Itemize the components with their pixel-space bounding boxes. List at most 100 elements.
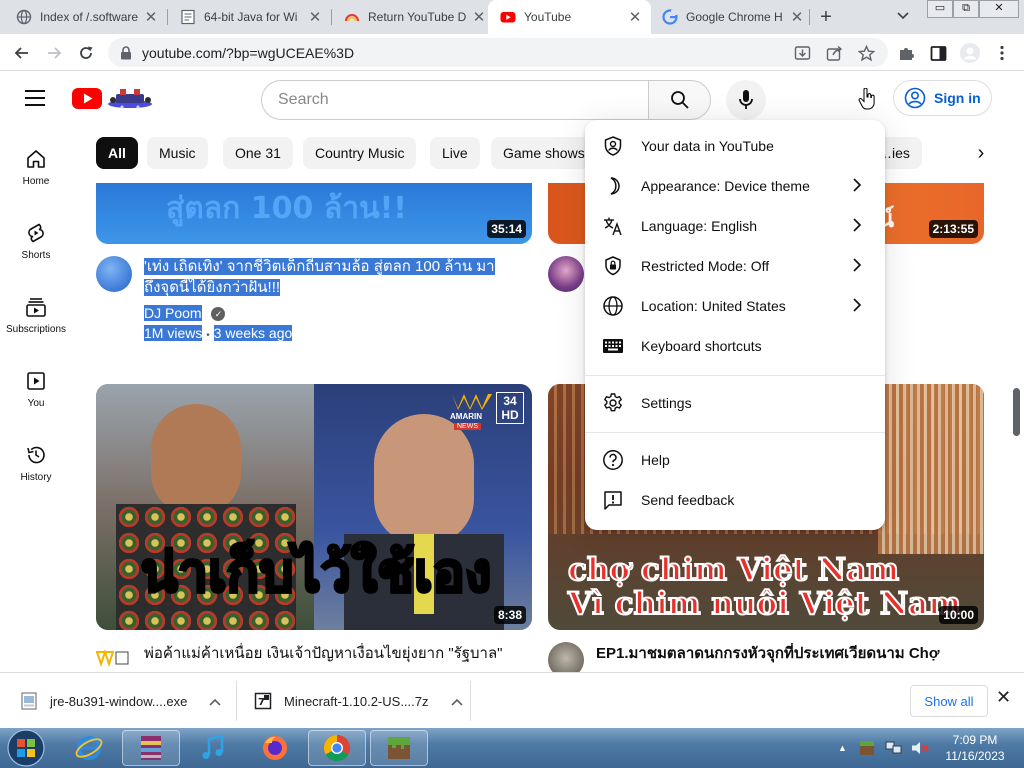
download-item[interactable]: 7 Minecraft-1.10.2-US....7z [254, 685, 463, 717]
chip-next-chevron-icon[interactable]: › [966, 137, 996, 169]
chip-game-shows[interactable]: Game shows [491, 137, 597, 169]
channel-avatar[interactable] [95, 644, 130, 670]
duration-badge: 2:13:55 [928, 220, 978, 238]
chip-music[interactable]: Music [147, 137, 208, 169]
tab-java[interactable]: 64-bit Java for Wi ✕ [168, 0, 331, 34]
volume-muted-icon[interactable] [911, 740, 929, 756]
tab-search-chevron-icon[interactable] [896, 8, 910, 25]
channel-avatar[interactable] [96, 256, 132, 292]
bookmark-star-icon[interactable] [854, 41, 878, 65]
voice-search-button[interactable] [726, 80, 766, 120]
download-divider [470, 681, 471, 721]
side-panel-icon[interactable] [926, 41, 950, 65]
tab-google-chrome[interactable]: Google Chrome H ✕ [650, 0, 813, 34]
back-button[interactable] [10, 41, 34, 65]
channel-avatar[interactable] [548, 256, 584, 292]
menu-item-send-feedback[interactable]: Send feedback [585, 480, 885, 520]
search-button[interactable] [648, 80, 711, 120]
show-all-downloads-button[interactable]: Show all [910, 685, 988, 717]
rail-item-shorts[interactable]: Shorts [0, 202, 72, 276]
rail-item-history[interactable]: History [0, 424, 72, 498]
menu-item-your-data[interactable]: Your data in YouTube [585, 126, 885, 166]
chrome-menu-icon[interactable] [990, 41, 1014, 65]
menu-item-label: Language: English [641, 218, 757, 234]
lock-icon[interactable] [120, 45, 132, 60]
restricted-icon [601, 254, 625, 278]
menu-item-settings[interactable]: Settings [585, 383, 885, 423]
network-icon[interactable] [885, 740, 903, 756]
thumbnail-text: สู่ตลก 100 ล้าน!! [166, 191, 407, 226]
menu-item-help[interactable]: Help [585, 440, 885, 480]
video-title[interactable]: EP1.มาชมตลาดนกกรงหัวจุกที่ประเทศเวียดนาม… [596, 643, 986, 671]
forward-button[interactable] [42, 41, 66, 65]
tab-close-icon[interactable]: ✕ [143, 8, 159, 26]
chevron-up-icon[interactable] [450, 694, 463, 709]
rail-item-home[interactable]: Home [0, 128, 72, 202]
view-count: 1M views [144, 325, 203, 341]
share-icon[interactable] [822, 41, 846, 65]
menu-item-keyboard-shortcuts[interactable]: Keyboard shortcuts [585, 326, 885, 366]
search-input[interactable]: Search [261, 80, 649, 120]
new-tab-button[interactable]: + [815, 6, 837, 28]
menu-item-restricted-mode[interactable]: Restricted Mode: Off [585, 246, 885, 286]
tab-return-youtube-dislike[interactable]: Return YouTube D ✕ [332, 0, 495, 34]
video-thumbnail[interactable]: น่าเก็บไว้ใช้เอง 34 HD AMARIN NEWS 8:38 [96, 384, 532, 630]
firefox-icon[interactable] [246, 730, 304, 766]
chip-all[interactable]: All [96, 137, 138, 169]
internet-explorer-icon[interactable] [60, 730, 118, 766]
video-thumbnail[interactable]: สู่ตลก 100 ล้าน!! 35:14 [96, 183, 532, 244]
profile-avatar-icon[interactable] [958, 41, 982, 65]
chevron-right-icon [845, 257, 869, 275]
globe-icon [16, 9, 32, 25]
tab-index-software[interactable]: Index of /.software ✕ [4, 0, 167, 34]
menu-item-label: Help [641, 452, 670, 468]
maximize-button[interactable]: ⧉ [953, 0, 979, 18]
minecraft-icon[interactable] [370, 730, 428, 766]
archive-file-icon: 7 [254, 692, 272, 710]
search-icon [670, 91, 689, 109]
tab-close-icon[interactable]: ✕ [307, 8, 323, 26]
rail-item-subscriptions[interactable]: Subscriptions [0, 276, 72, 350]
menu-item-location[interactable]: Location: United States [585, 286, 885, 326]
menu-item-appearance[interactable]: Appearance: Device theme [585, 166, 885, 206]
download-item[interactable]: jre-8u391-window....exe [20, 685, 221, 717]
microphone-icon [739, 90, 753, 109]
tab-close-icon[interactable]: ✕ [627, 8, 643, 26]
chevron-up-icon[interactable] [209, 694, 221, 709]
taskbar-clock[interactable]: 7:09 PM 11/16/2023 [940, 732, 1010, 764]
thumbnail-text-line2: Vì chim nuôi Việt Nam [567, 585, 962, 623]
sign-in-label: Sign in [934, 90, 981, 106]
chevron-right-icon [845, 177, 869, 195]
channel-name[interactable]: DJ Poom [144, 305, 202, 321]
start-button[interactable] [4, 728, 48, 768]
clock-time: 7:09 PM [952, 733, 998, 747]
sign-in-button[interactable]: Sign in [893, 80, 992, 116]
minecraft-tray-icon[interactable] [859, 740, 875, 756]
address-bar[interactable]: youtube.com/?bp=wgUCEAE%3D [108, 38, 888, 67]
tab-youtube[interactable]: YouTube ✕ [488, 0, 651, 34]
youtube-logo[interactable] [72, 86, 156, 112]
chip-live[interactable]: Live [430, 137, 480, 169]
install-app-icon[interactable] [790, 41, 814, 65]
globe-icon [601, 294, 625, 318]
menu-item-language[interactable]: Language: English [585, 206, 885, 246]
chrome-taskbar-icon[interactable] [308, 730, 366, 766]
video-title[interactable]: 'เท่ง เถิดเทิง' จากชีวิตเด็กถีบสามล้อ สู… [144, 256, 514, 298]
minimize-button[interactable]: ▭ [927, 0, 953, 18]
extensions-puzzle-icon[interactable] [894, 41, 918, 65]
video-title[interactable]: พ่อค้าแม่ค้าเหนื่อย เงินเจ้าปัญหาเงื่อนไ… [144, 643, 514, 671]
scrollbar-thumb[interactable] [1013, 388, 1020, 436]
hamburger-menu-icon[interactable] [25, 90, 45, 106]
show-hidden-icons-arrow[interactable]: ▲ [838, 743, 847, 753]
music-player-icon[interactable] [184, 730, 242, 766]
window-close-button[interactable]: ✕ [979, 0, 1019, 18]
chip-one-31[interactable]: One 31 [223, 137, 293, 169]
winrar-icon[interactable] [122, 730, 180, 766]
close-shelf-icon[interactable]: ✕ [996, 687, 1011, 708]
chip-country-music[interactable]: Country Music [303, 137, 417, 169]
tab-close-icon[interactable]: ✕ [471, 8, 487, 26]
page-scrollbar[interactable] [1010, 128, 1024, 672]
rail-item-you[interactable]: You [0, 350, 72, 424]
tab-close-icon[interactable]: ✕ [789, 8, 805, 26]
reload-button[interactable] [74, 41, 98, 65]
